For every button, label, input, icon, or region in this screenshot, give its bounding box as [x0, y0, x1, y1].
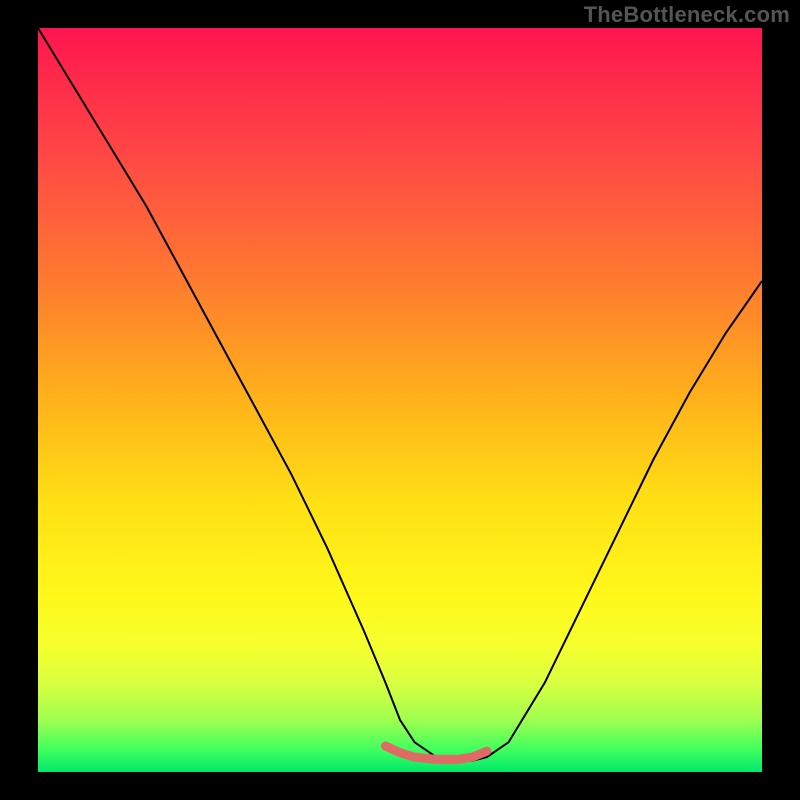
plot-area: [38, 28, 762, 772]
watermark-text: TheBottleneck.com: [584, 2, 790, 28]
plot-overlay: [38, 28, 762, 772]
optimal-range-marker: [386, 746, 487, 759]
bottleneck-curve: [38, 28, 762, 761]
chart-frame: TheBottleneck.com: [0, 0, 800, 800]
